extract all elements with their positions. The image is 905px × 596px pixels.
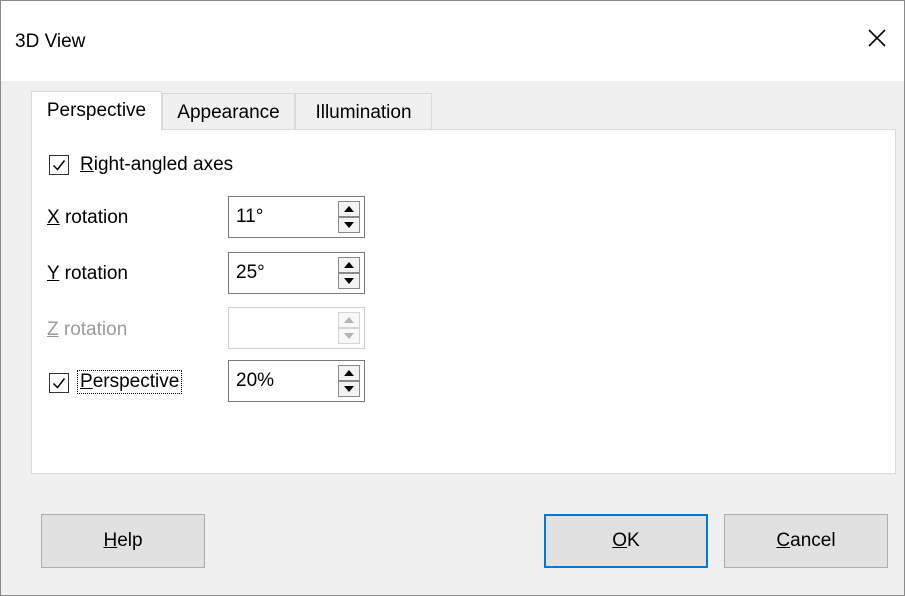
mnemonic: C: [776, 530, 791, 551]
y-rotation-spinbox[interactable]: 25°: [228, 252, 365, 294]
tab-label: Appearance: [177, 102, 280, 123]
close-icon: [868, 29, 886, 47]
y-rotation-increment[interactable]: [338, 257, 360, 273]
y-rotation-label: Y rotation: [47, 263, 128, 285]
title-bar: 3D View: [1, 1, 904, 81]
check-icon: [52, 160, 66, 171]
tab-perspective[interactable]: Perspective: [31, 91, 162, 131]
x-rotation-decrement[interactable]: [338, 217, 360, 233]
triangle-up-icon: [344, 370, 354, 376]
x-rotation-increment[interactable]: [338, 201, 360, 217]
perspective-decrement[interactable]: [338, 381, 360, 397]
y-rotation-decrement[interactable]: [338, 273, 360, 289]
triangle-up-icon: [344, 262, 354, 268]
button-label: elp: [117, 530, 143, 551]
tab-illumination[interactable]: Illumination: [295, 93, 432, 130]
mnemonic: Z: [47, 319, 59, 340]
label-rest: rotation: [59, 263, 128, 284]
close-button[interactable]: [854, 15, 900, 61]
perspective-increment[interactable]: [338, 365, 360, 381]
triangle-down-icon: [344, 386, 354, 392]
triangle-down-icon: [344, 278, 354, 284]
check-icon: [52, 378, 66, 389]
mnemonic: O: [612, 530, 628, 551]
z-rotation-increment: [338, 312, 360, 328]
perspective-spinbox[interactable]: 20%: [228, 360, 365, 402]
perspective-checkbox[interactable]: [49, 373, 69, 393]
dialog-3d-view: 3D View Perspective Appearance Illuminat…: [0, 0, 905, 596]
triangle-down-icon: [344, 222, 354, 228]
label-rest: ight-angled axes: [93, 154, 234, 175]
mnemonic: Y: [47, 263, 60, 284]
triangle-up-icon: [344, 317, 354, 323]
right-angled-axes-label[interactable]: Right-angled axes: [80, 154, 233, 176]
tab-panel-perspective: Right-angled axes X rotation 11° Y rotat…: [31, 129, 896, 474]
cancel-button[interactable]: Cancel: [724, 514, 888, 568]
triangle-up-icon: [344, 206, 354, 212]
mnemonic: R: [80, 154, 94, 175]
mnemonic: H: [103, 530, 118, 551]
x-rotation-spinbox[interactable]: 11°: [228, 196, 365, 238]
button-label: ancel: [790, 530, 836, 551]
dialog-title: 3D View: [15, 31, 86, 52]
y-rotation-value[interactable]: 25°: [236, 262, 265, 284]
z-rotation-label: Z rotation: [47, 319, 127, 341]
x-rotation-label: X rotation: [47, 207, 128, 229]
tab-label: Perspective: [46, 100, 147, 121]
tab-appearance[interactable]: Appearance: [162, 93, 295, 130]
triangle-down-icon: [344, 333, 354, 339]
label-rest: rotation: [58, 319, 128, 340]
help-button[interactable]: Help: [41, 514, 205, 568]
perspective-value[interactable]: 20%: [236, 370, 274, 392]
button-label: K: [627, 530, 640, 551]
ok-button[interactable]: OK: [544, 514, 708, 568]
z-rotation-spinbox: [228, 307, 365, 349]
tab-label: Illumination: [315, 102, 412, 123]
label-rest: rotation: [59, 207, 129, 228]
z-rotation-decrement: [338, 328, 360, 344]
right-angled-axes-checkbox[interactable]: [49, 155, 69, 175]
x-rotation-value[interactable]: 11°: [236, 206, 263, 228]
label-rest: erspective: [92, 371, 180, 392]
mnemonic: X: [47, 207, 60, 228]
perspective-label[interactable]: Perspective: [77, 370, 183, 394]
mnemonic: P: [80, 371, 93, 392]
